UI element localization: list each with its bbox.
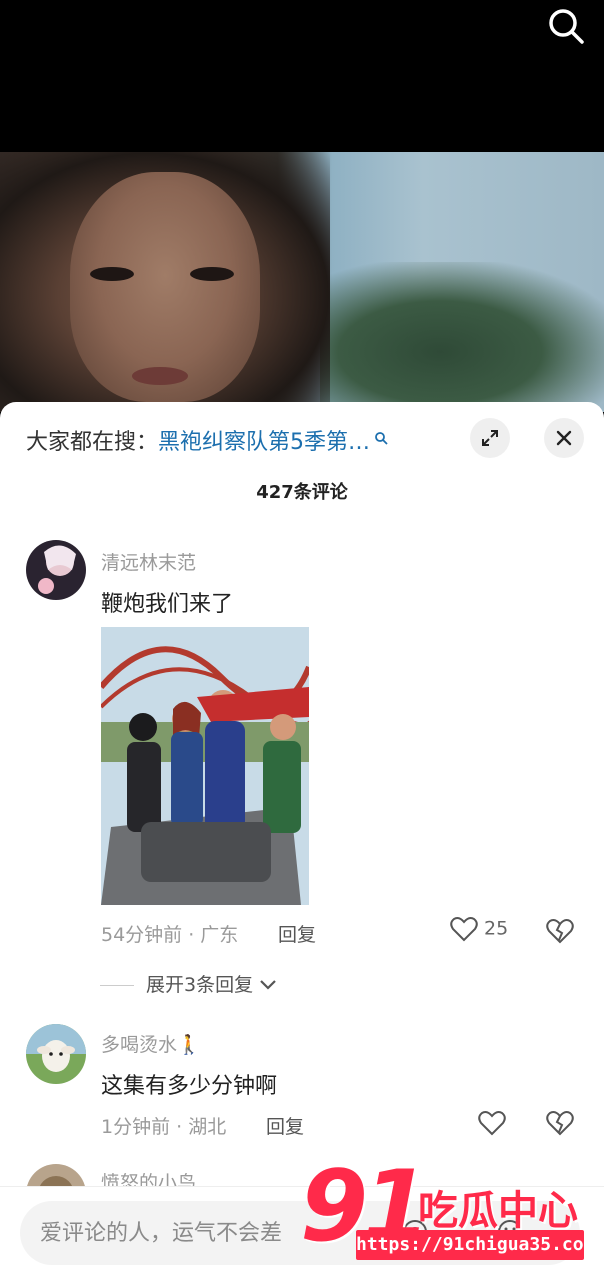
video-top-bar [0, 0, 604, 152]
hot-search-label: 大家都在搜： [26, 430, 159, 455]
watermark-url: https://91chigua35.com [356, 1230, 594, 1260]
reply-button[interactable]: 回复 [278, 920, 316, 947]
broken-heart-icon [546, 919, 574, 944]
watermark-logo: 91 吃瓜中心 https://91chigua35.com [300, 1150, 594, 1270]
comment-nickname[interactable]: 清远林末范 [101, 548, 196, 575]
reply-button[interactable]: 回复 [266, 1112, 304, 1139]
comment-meta: 54分钟前 · 广东 [101, 924, 239, 946]
video-frame-face [70, 172, 260, 402]
like-button[interactable]: 25 [450, 916, 508, 942]
watermark-name: 吃瓜中心 [418, 1188, 578, 1234]
close-icon[interactable] [544, 418, 584, 458]
avatar[interactable] [26, 1024, 86, 1084]
comment-image[interactable] [101, 627, 309, 905]
expand-replies-button[interactable]: 展开3条回复 [100, 970, 277, 997]
comment-count: 427条评论 [256, 482, 348, 503]
broken-heart-icon [546, 1111, 574, 1136]
search-icon[interactable] [546, 6, 586, 46]
avatar[interactable] [26, 540, 86, 600]
expand-icon[interactable] [470, 418, 510, 458]
hot-search-query[interactable]: 黑袍纠察队第5季第… [158, 430, 370, 455]
hot-search[interactable]: 大家都在搜：黑袍纠察队第5季第… [26, 424, 388, 456]
comment-text: 这集有多少分钟啊 [101, 1074, 278, 1099]
heart-icon [450, 917, 478, 942]
dislike-button[interactable] [546, 918, 574, 944]
like-button[interactable] [478, 1110, 506, 1136]
video-background [320, 262, 604, 412]
comments-sheet: 大家都在搜：黑袍纠察队第5季第… 427条评论 清远林末范 鞭炮我们来了 54分… [0, 402, 604, 1280]
like-count: 25 [484, 917, 509, 940]
expand-replies-label: 展开3条回复 [146, 974, 254, 996]
heart-icon [478, 1111, 506, 1136]
search-icon [374, 426, 388, 445]
video-player[interactable] [0, 152, 604, 412]
comment-meta: 1分钟前 · 湖北 [101, 1116, 227, 1138]
comment-nickname[interactable]: 多喝烫水🚶 [101, 1030, 201, 1057]
chevron-down-icon [259, 974, 277, 996]
comment-text: 鞭炮我们来了 [101, 592, 234, 617]
dislike-button[interactable] [546, 1110, 574, 1136]
